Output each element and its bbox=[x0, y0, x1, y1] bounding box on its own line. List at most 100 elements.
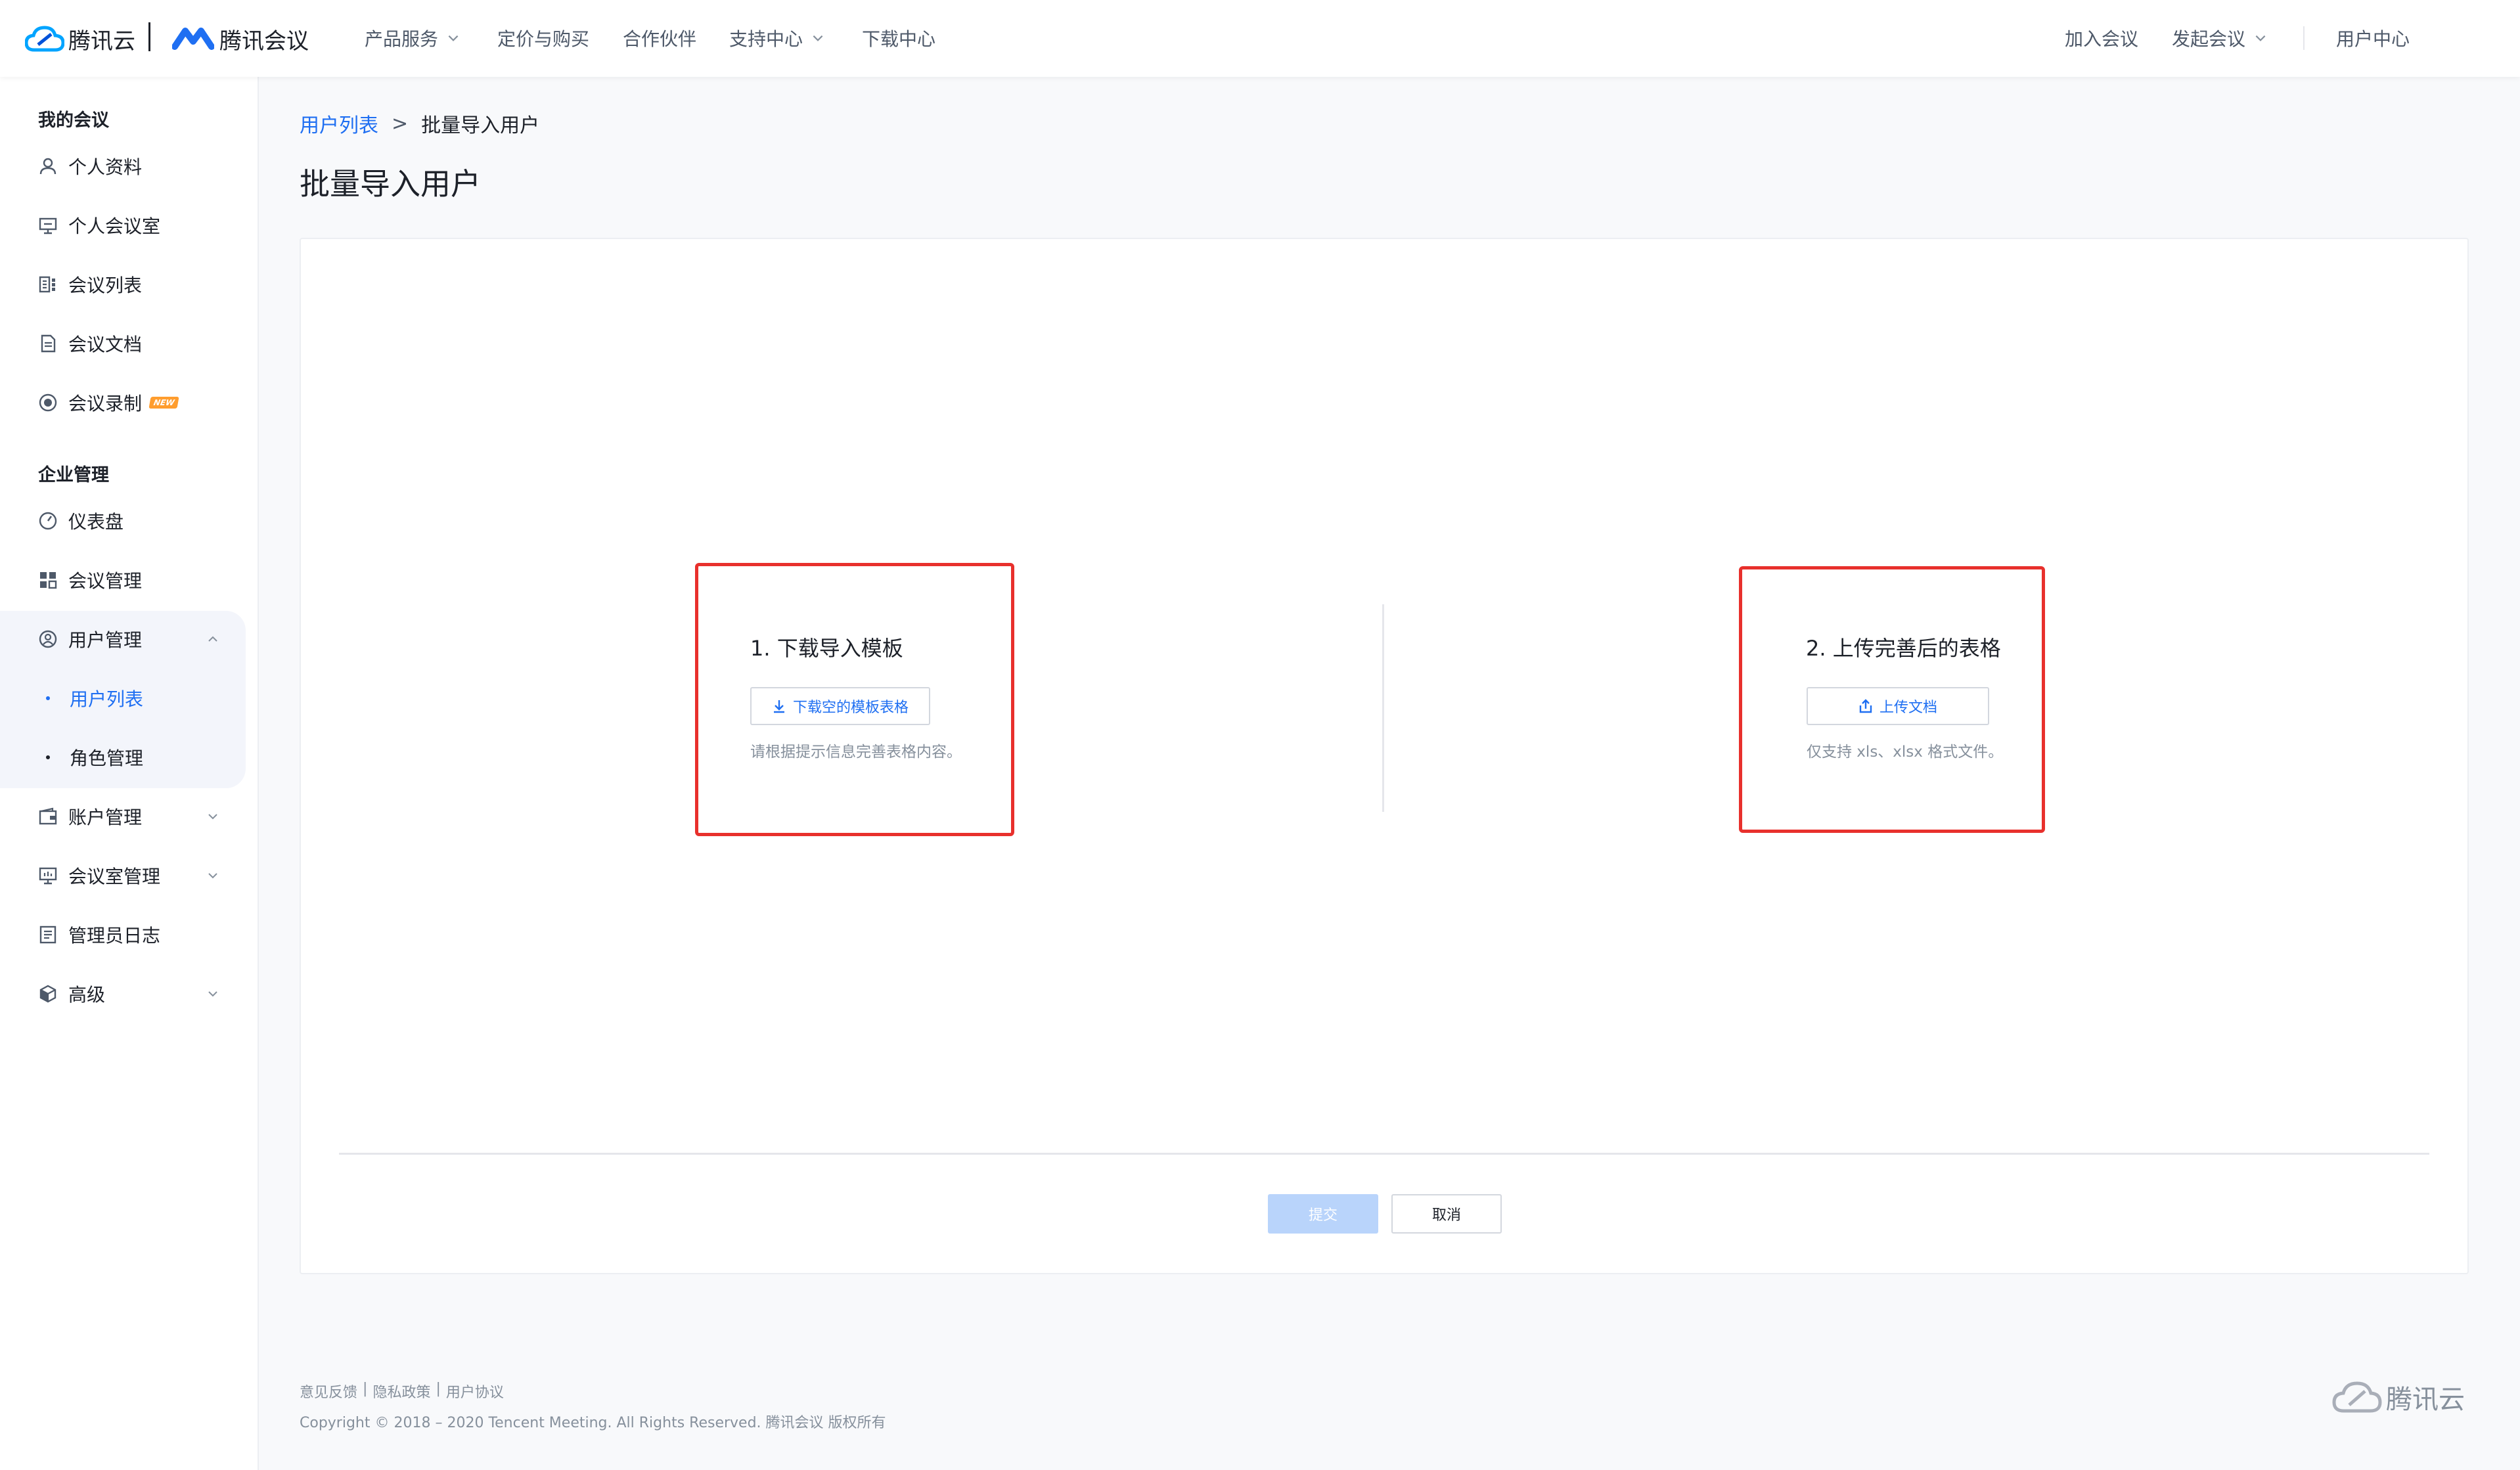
tencent-cloud-brand: 腾讯云 bbox=[68, 28, 135, 55]
breadcrumb-current: 批量导入用户 bbox=[421, 114, 540, 137]
tencent-cloud-logo[interactable]: 腾讯云 bbox=[25, 21, 135, 56]
sidebar-item-label: 个人资料 bbox=[68, 156, 143, 178]
sidebar-item-account-management[interactable]: 账户管理 bbox=[38, 793, 235, 839]
feedback-link[interactable]: 意见反馈 bbox=[300, 1381, 357, 1402]
copyright-text: Copyright © 2018 – 2020 Tencent Meeting.… bbox=[300, 1415, 886, 1431]
sidebar-item-dashboard[interactable]: 仪表盘 bbox=[38, 498, 235, 544]
user-icon bbox=[38, 156, 58, 176]
chevron-up-icon[interactable] bbox=[206, 633, 219, 646]
chevron-down-icon bbox=[813, 35, 823, 41]
logo-divider bbox=[148, 22, 150, 51]
nav-support[interactable]: 支持中心 bbox=[729, 25, 825, 51]
sidebar-item-meeting-management[interactable]: 会议管理 bbox=[38, 557, 235, 603]
section-my-meetings: 我的会议 bbox=[38, 110, 109, 131]
nav-label: 下载中心 bbox=[862, 28, 936, 50]
wallet-icon bbox=[38, 807, 58, 826]
sidebar-item-label: 会议室管理 bbox=[68, 866, 161, 887]
chevron-down-icon bbox=[448, 35, 459, 41]
nav-label: 合作伙伴 bbox=[623, 28, 697, 50]
breadcrumb-separator: > bbox=[392, 112, 409, 135]
sidebar: 我的会议 个人资料 个人会议室 会议列表 会议文档 会议录制 NEW 企业管理 bbox=[0, 77, 259, 1470]
sidebar-item-admin-log[interactable]: 管理员日志 bbox=[38, 912, 235, 958]
bullet-icon bbox=[46, 755, 50, 759]
sidebar-item-label: 用户管理 bbox=[68, 629, 143, 651]
sidebar-item-label: 高级 bbox=[68, 984, 106, 1006]
sidebar-item-label: 账户管理 bbox=[68, 807, 143, 828]
sidebar-item-user-management[interactable]: 用户管理 bbox=[38, 616, 235, 662]
sidebar-item-label: 仪表盘 bbox=[68, 511, 124, 533]
tencent-meeting-brand: 腾讯会议 bbox=[219, 28, 309, 55]
sidebar-item-label: 会议录制 bbox=[68, 393, 143, 414]
upload-document-label: 上传文档 bbox=[1879, 700, 1937, 716]
sidebar-subitem-role-management[interactable]: 角色管理 bbox=[46, 734, 143, 780]
user-manage-icon bbox=[38, 629, 58, 649]
user-center-label: 用户中心 bbox=[2336, 28, 2410, 50]
document-icon bbox=[38, 334, 58, 353]
step1-hint: 请根据提示信息完善表格内容。 bbox=[750, 744, 962, 761]
sidebar-subitem-label: 用户列表 bbox=[70, 688, 144, 710]
chevron-down-icon[interactable] bbox=[206, 987, 219, 1000]
tencent-meeting-logo[interactable]: 腾讯会议 bbox=[172, 21, 309, 56]
new-badge: NEW bbox=[148, 397, 180, 409]
privacy-policy-link[interactable]: 隐私政策 bbox=[372, 1381, 430, 1402]
bullet-icon bbox=[46, 696, 50, 700]
join-meeting-link[interactable]: 加入会议 bbox=[2065, 25, 2138, 51]
nav-download[interactable]: 下载中心 bbox=[862, 25, 935, 51]
nav-product-services[interactable]: 产品服务 bbox=[365, 25, 461, 51]
footer-separator: | bbox=[436, 1381, 441, 1397]
sidebar-item-meeting-docs[interactable]: 会议文档 bbox=[38, 321, 235, 367]
sidebar-item-label: 管理员日志 bbox=[68, 925, 161, 947]
breadcrumb: 用户列表 > 批量导入用户 bbox=[300, 109, 539, 138]
submit-button[interactable]: 提交 bbox=[1268, 1194, 1378, 1234]
step1-title: 1. 下载导入模板 bbox=[750, 636, 903, 661]
upload-document-button[interactable]: 上传文档 bbox=[1807, 687, 1989, 725]
sidebar-item-personal-room[interactable]: 个人会议室 bbox=[38, 202, 235, 248]
steps-divider bbox=[1382, 604, 1384, 812]
cloud-logo-icon bbox=[2332, 1381, 2382, 1413]
chevron-down-icon bbox=[2255, 35, 2266, 41]
actions-divider bbox=[339, 1153, 2429, 1155]
nav-label: 产品服务 bbox=[365, 28, 439, 50]
nav-label: 支持中心 bbox=[729, 28, 803, 50]
advanced-icon bbox=[38, 984, 58, 1004]
sidebar-subitem-user-list[interactable]: 用户列表 bbox=[46, 675, 143, 721]
download-template-button[interactable]: 下载空的模板表格 bbox=[750, 687, 930, 725]
sidebar-subitem-label: 角色管理 bbox=[70, 747, 144, 769]
chevron-down-icon[interactable] bbox=[206, 810, 219, 823]
cancel-button[interactable]: 取消 bbox=[1391, 1194, 1502, 1234]
user-center-link[interactable]: 用户中心 bbox=[2336, 25, 2410, 51]
footer-separator: | bbox=[363, 1381, 368, 1397]
start-meeting-dropdown[interactable]: 发起会议 bbox=[2172, 25, 2268, 51]
download-icon bbox=[773, 700, 784, 713]
chevron-down-icon[interactable] bbox=[206, 869, 219, 882]
upload-icon bbox=[1859, 699, 1872, 713]
nav-pricing[interactable]: 定价与购买 bbox=[497, 25, 589, 51]
nav-partners[interactable]: 合作伙伴 bbox=[623, 25, 696, 51]
breadcrumb-user-list-link[interactable]: 用户列表 bbox=[300, 109, 378, 138]
list-icon bbox=[38, 275, 58, 294]
sidebar-item-meeting-recording[interactable]: 会议录制 NEW bbox=[38, 380, 235, 426]
record-icon bbox=[38, 393, 58, 412]
nav-divider bbox=[2303, 26, 2305, 50]
sidebar-item-label: 会议管理 bbox=[68, 570, 143, 592]
page-title: 批量导入用户 bbox=[300, 166, 481, 202]
dashboard-icon bbox=[38, 511, 58, 531]
footer-tencent-cloud-logo: 腾讯云 bbox=[2332, 1378, 2465, 1416]
section-enterprise-management: 企业管理 bbox=[38, 465, 109, 485]
cloud-logo-icon bbox=[25, 26, 64, 52]
sidebar-item-meeting-list[interactable]: 会议列表 bbox=[38, 261, 235, 307]
user-agreement-link[interactable]: 用户协议 bbox=[446, 1381, 504, 1402]
nav-label: 定价与购买 bbox=[497, 28, 590, 50]
start-meeting-label: 发起会议 bbox=[2172, 28, 2246, 50]
room-manage-icon bbox=[38, 866, 58, 885]
step2-hint: 仅支持 xls、xlsx 格式文件。 bbox=[1807, 744, 2004, 761]
sidebar-item-profile[interactable]: 个人资料 bbox=[38, 143, 235, 189]
import-card bbox=[300, 238, 2469, 1274]
join-meeting-label: 加入会议 bbox=[2065, 28, 2139, 50]
meeting-room-icon bbox=[38, 215, 58, 235]
sidebar-item-room-management[interactable]: 会议室管理 bbox=[38, 853, 235, 899]
grid-icon bbox=[38, 570, 58, 590]
sidebar-item-advanced[interactable]: 高级 bbox=[38, 971, 235, 1017]
top-navbar: 腾讯云 腾讯会议 产品服务 定价与购买 合作伙伴 支持中心 下载中心 加入会议 … bbox=[0, 0, 2520, 77]
sidebar-item-label: 会议文档 bbox=[68, 334, 143, 355]
